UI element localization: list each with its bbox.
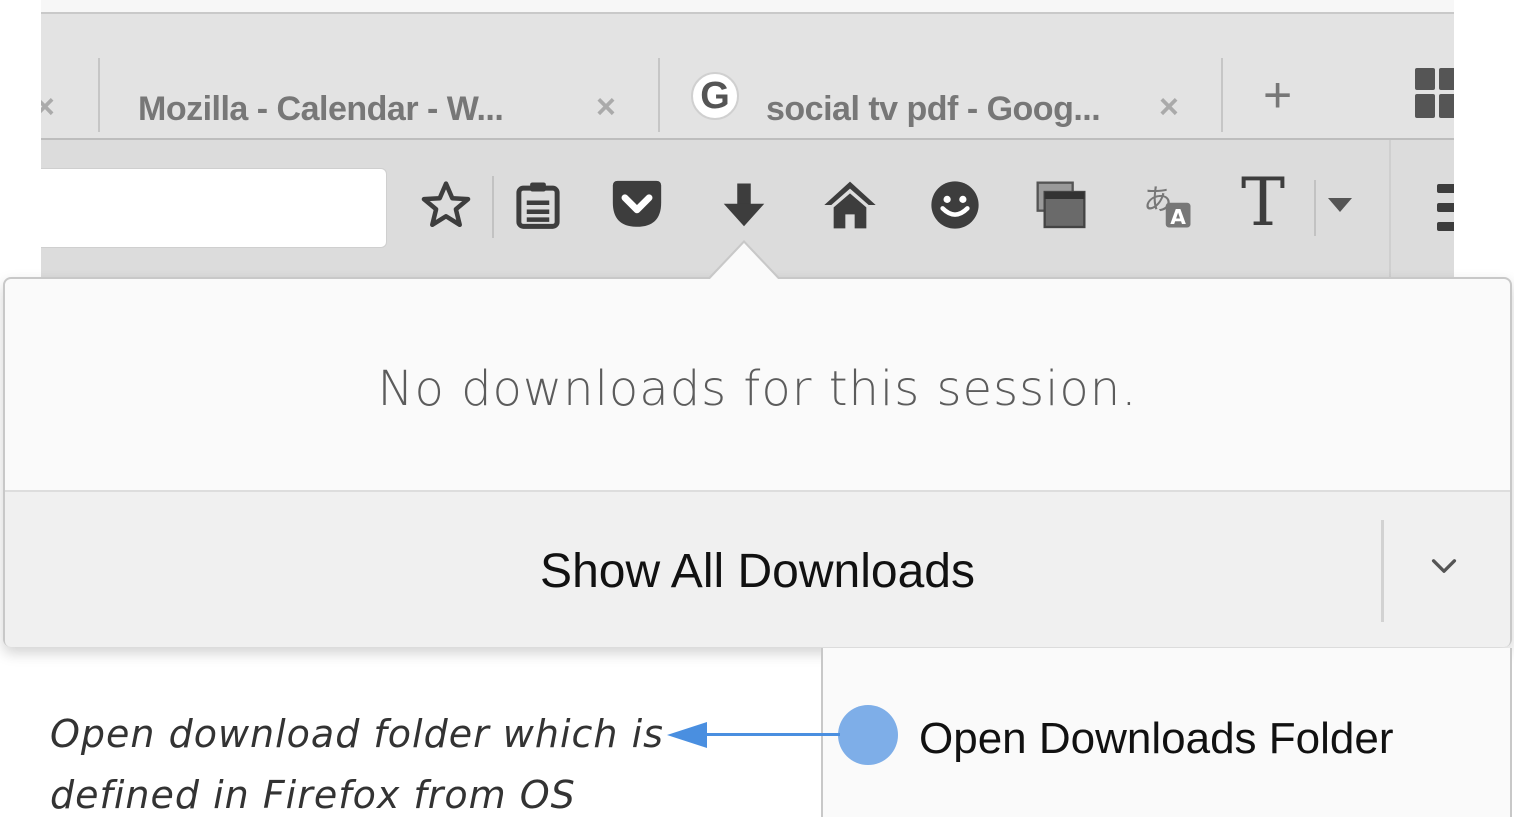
smiley-icon[interactable] bbox=[927, 178, 983, 232]
dropdown-icon[interactable] bbox=[1328, 198, 1352, 212]
home-icon[interactable] bbox=[822, 178, 878, 232]
text-icon[interactable]: T bbox=[1241, 168, 1285, 238]
window-top-edge bbox=[41, 0, 1454, 14]
star-icon[interactable] bbox=[419, 178, 473, 232]
tab-title: Mozilla - Calendar - W... bbox=[138, 90, 504, 128]
annotation-arrow-head bbox=[667, 722, 707, 748]
tab-separator bbox=[98, 58, 100, 132]
google-favicon-icon: G bbox=[691, 72, 739, 120]
pocket-icon[interactable] bbox=[608, 178, 666, 232]
chevron-down-icon[interactable] bbox=[1419, 540, 1469, 590]
tab-mozilla-calendar[interactable]: Mozilla - Calendar - W... × bbox=[101, 70, 656, 150]
tab-groups-icon[interactable] bbox=[1415, 68, 1454, 118]
panel-arrow-fill bbox=[709, 243, 779, 280]
tab-title: social tv pdf - Goog... bbox=[766, 90, 1101, 128]
tab-close-icon[interactable]: × bbox=[596, 88, 616, 127]
svg-text:A: A bbox=[1170, 205, 1186, 229]
menu-icon[interactable] bbox=[1437, 184, 1454, 232]
window-stack-icon[interactable] bbox=[1033, 178, 1089, 234]
tab-separator bbox=[1221, 58, 1223, 132]
downloads-context-menu: Open Downloads Folder bbox=[821, 648, 1512, 817]
search-input[interactable] bbox=[41, 168, 387, 248]
tab-strip: × Mozilla - Calendar - W... × social tv … bbox=[41, 14, 1454, 140]
tab-social-tv-pdf[interactable]: social tv pdf - Goog... × bbox=[661, 70, 1221, 150]
annotation-text: Open download folder which is defined in… bbox=[50, 712, 664, 817]
toolbar-separator bbox=[492, 176, 494, 238]
toolbar-separator bbox=[1314, 180, 1316, 236]
tab-partial[interactable]: × bbox=[41, 70, 101, 150]
footer-separator bbox=[1381, 520, 1384, 622]
screenshot-stage: × Mozilla - Calendar - W... × social tv … bbox=[0, 0, 1514, 817]
annotation-arrow-line bbox=[700, 733, 840, 736]
download-icon[interactable] bbox=[717, 178, 771, 234]
empty-downloads-message: No downloads for this session. bbox=[377, 361, 1138, 417]
tab-close-icon[interactable]: × bbox=[41, 88, 55, 127]
tab-separator bbox=[658, 58, 660, 132]
new-tab-button[interactable]: + bbox=[1263, 70, 1292, 120]
toolbar-separator bbox=[1389, 140, 1391, 300]
show-all-downloads-button[interactable]: Show All Downloads bbox=[5, 544, 1510, 599]
tab-close-icon[interactable]: × bbox=[1159, 88, 1179, 127]
downloads-footer: Show All Downloads bbox=[5, 490, 1510, 647]
downloads-panel: No downloads for this session. Show All … bbox=[3, 277, 1512, 647]
open-downloads-folder-item[interactable]: Open Downloads Folder bbox=[919, 714, 1393, 764]
reading-list-icon[interactable] bbox=[511, 178, 565, 232]
translate-icon[interactable]: あ A bbox=[1141, 178, 1195, 232]
hotspot-marker bbox=[838, 705, 898, 765]
